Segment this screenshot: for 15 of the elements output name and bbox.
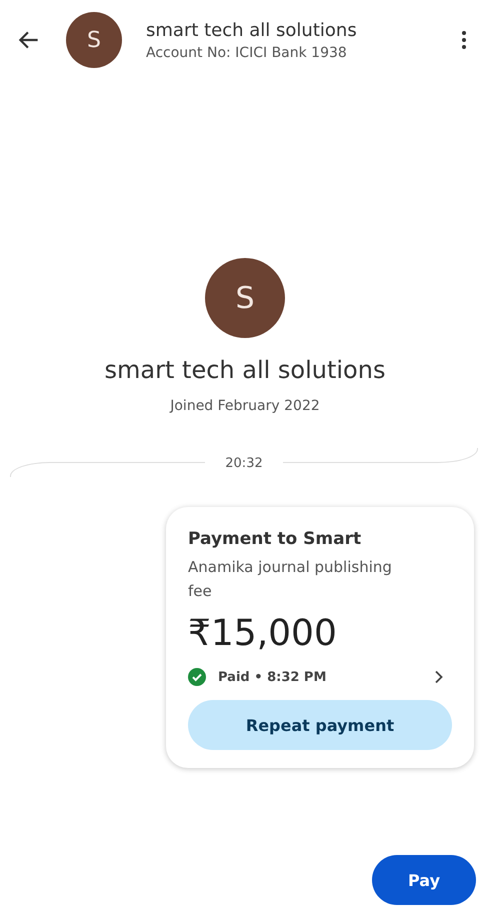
payment-status: Paid • 8:32 PM	[218, 670, 328, 684]
account-number: Account No: ICICI Bank 1938	[146, 44, 348, 60]
payment-note: Anamika journal publishing fee	[188, 557, 393, 602]
profile-name: smart tech all solutions	[104, 356, 386, 384]
payment-amount: ₹15,000	[188, 613, 338, 654]
repeat-payment-button[interactable]: Repeat payment	[188, 700, 452, 750]
pay-button[interactable]: Pay	[372, 855, 476, 905]
payment-card[interactable]: Payment to Smart Anamika journal publishing fee ₹15,000 Paid • 8:32 PM Repeat payment	[166, 507, 474, 768]
payment-title: Payment to Smart	[188, 529, 362, 549]
timestamp: 20:32	[225, 456, 263, 471]
check-icon	[188, 668, 206, 686]
joined-date: Joined February 2022	[170, 398, 320, 414]
contact-name: smart tech all solutions	[146, 20, 358, 40]
avatar: S	[66, 12, 122, 68]
avatar: S	[205, 258, 285, 338]
